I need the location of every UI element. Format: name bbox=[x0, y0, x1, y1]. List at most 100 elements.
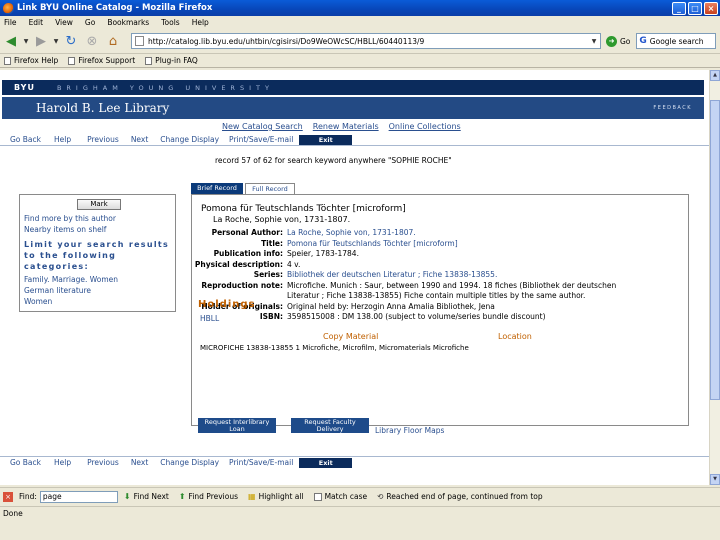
forward-history-dropdown[interactable]: ▼ bbox=[52, 31, 60, 51]
previous-link[interactable]: Previous bbox=[87, 458, 119, 467]
firefox-icon bbox=[3, 2, 14, 14]
menu-view[interactable]: View bbox=[55, 18, 73, 27]
find-more-by-author-link[interactable]: Find more by this author bbox=[24, 214, 116, 223]
byu-header: BYU BRIGHAM YOUNG UNIVERSITY bbox=[2, 80, 704, 95]
tab-full-record[interactable]: Full Record bbox=[245, 183, 295, 194]
find-previous-icon: ⬆ bbox=[178, 492, 186, 501]
change-display-link[interactable]: Change Display bbox=[160, 135, 219, 144]
scroll-up-icon[interactable]: ▲ bbox=[710, 70, 720, 81]
university-name: BRIGHAM YOUNG UNIVERSITY bbox=[56, 83, 274, 92]
google-icon[interactable]: G bbox=[639, 36, 646, 46]
request-faculty-delivery-button[interactable]: Request Faculty Delivery bbox=[291, 418, 369, 433]
category-link[interactable]: Women bbox=[24, 297, 52, 306]
home-icon[interactable]: ⌂ bbox=[103, 31, 123, 51]
close-window-button[interactable]: × bbox=[704, 1, 718, 15]
highlight-all-button[interactable]: ▦ Highlight all bbox=[248, 492, 304, 501]
scroll-thumb[interactable] bbox=[710, 100, 720, 400]
holdings-location-link[interactable]: HBLL bbox=[200, 314, 219, 323]
bookmark-plugin-faq[interactable]: Plug-in FAQ bbox=[145, 56, 198, 65]
field-value: 4 v. bbox=[287, 259, 301, 269]
mark-button[interactable]: Mark bbox=[77, 199, 121, 210]
status-bar: Done bbox=[0, 506, 720, 520]
renew-materials-link[interactable]: Renew Materials bbox=[313, 122, 379, 131]
maximize-button[interactable]: □ bbox=[688, 1, 702, 15]
exit-button[interactable]: Exit bbox=[299, 134, 353, 145]
reload-icon[interactable]: ↻ bbox=[61, 31, 81, 51]
next-link[interactable]: Next bbox=[131, 135, 148, 144]
field-value: Microfiche. Munich : Saur, between 1990 … bbox=[287, 280, 617, 301]
match-case-checkbox[interactable]: Match case bbox=[313, 492, 367, 501]
sidebar-box: Mark Find more by this author Nearby ite… bbox=[19, 194, 176, 312]
bookmark-firefox-help[interactable]: Firefox Help bbox=[4, 56, 58, 65]
field-value: Speier, 1783-1784. bbox=[287, 249, 359, 258]
go-label: Go bbox=[620, 36, 631, 46]
back-arrow-icon[interactable]: ◀ bbox=[1, 31, 21, 51]
help-link[interactable]: Help bbox=[54, 135, 71, 144]
library-header: Harold B. Lee Library FEEDBACK bbox=[2, 97, 704, 119]
field-value: Original held by: Herzogin Anna Amalia B… bbox=[287, 301, 495, 311]
online-collections-link[interactable]: Online Collections bbox=[389, 122, 461, 131]
request-interlibrary-loan-button[interactable]: Request Interlibrary Loan bbox=[198, 418, 276, 433]
go-button[interactable]: ➜ Go bbox=[606, 35, 631, 47]
next-link[interactable]: Next bbox=[131, 458, 148, 467]
page-content: BYU BRIGHAM YOUNG UNIVERSITY Harold B. L… bbox=[0, 70, 709, 485]
category-link[interactable]: Family. Marriage. Women bbox=[24, 275, 118, 284]
previous-link[interactable]: Previous bbox=[87, 135, 119, 144]
category-link[interactable]: German literature bbox=[24, 286, 91, 295]
tab-brief-record[interactable]: Brief Record bbox=[191, 183, 243, 194]
find-status-message: ⟲ Reached end of page, continued from top bbox=[377, 492, 543, 501]
print-save-email-link[interactable]: Print/Save/E-mail bbox=[229, 135, 293, 144]
field-label: Personal Author: bbox=[211, 228, 283, 237]
address-dropdown-icon[interactable]: ▼ bbox=[588, 38, 600, 45]
search-input[interactable]: Google search bbox=[650, 37, 704, 46]
bookmark-page-icon bbox=[68, 56, 76, 65]
field-personal-author: Personal Author: La Roche, Sophie von, 1… bbox=[192, 228, 690, 239]
find-previous-button[interactable]: ⬆ Find Previous bbox=[179, 492, 238, 501]
menu-go[interactable]: Go bbox=[85, 18, 95, 27]
nearby-items-link[interactable]: Nearby items on shelf bbox=[24, 225, 106, 234]
record-position: record 57 of 62 for search keyword anywh… bbox=[215, 156, 452, 165]
change-display-link[interactable]: Change Display bbox=[160, 458, 219, 467]
address-bar[interactable]: http://catalog.lib.byu.edu/uhtbin/cgisir… bbox=[131, 33, 601, 49]
highlight-icon: ▦ bbox=[248, 492, 256, 501]
exit-button[interactable]: Exit bbox=[299, 457, 353, 468]
feedback-link[interactable]: FEEDBACK bbox=[653, 105, 692, 111]
menu-tools[interactable]: Tools bbox=[161, 18, 179, 27]
new-catalog-search-link[interactable]: New Catalog Search bbox=[222, 122, 303, 131]
field-publication-info: Publication info: Speier, 1783-1784. bbox=[192, 249, 690, 260]
holdings-row: MICROFICHE 13838-13855 1 Microfiche, Mic… bbox=[200, 344, 469, 352]
go-back-link[interactable]: Go Back bbox=[10, 135, 41, 144]
help-link[interactable]: Help bbox=[54, 458, 71, 467]
field-physical-description: Physical description: 4 v. bbox=[192, 260, 690, 271]
forward-arrow-icon[interactable]: ▶ bbox=[31, 31, 51, 51]
find-label: Find: bbox=[19, 492, 37, 501]
scroll-down-icon[interactable]: ▼ bbox=[710, 474, 720, 485]
menu-file[interactable]: File bbox=[4, 18, 17, 27]
back-history-dropdown[interactable]: ▼ bbox=[22, 31, 30, 51]
close-find-bar-icon[interactable]: × bbox=[3, 491, 13, 502]
library-floor-maps-link[interactable]: Library Floor Maps bbox=[375, 426, 444, 435]
address-input[interactable]: http://catalog.lib.byu.edu/uhtbin/cgisir… bbox=[148, 37, 588, 46]
library-name[interactable]: Harold B. Lee Library bbox=[36, 101, 169, 115]
menu-help[interactable]: Help bbox=[192, 18, 209, 27]
bookmark-page-icon bbox=[4, 56, 11, 65]
print-save-email-link[interactable]: Print/Save/E-mail bbox=[229, 458, 293, 467]
menu-bookmarks[interactable]: Bookmarks bbox=[107, 18, 149, 27]
catalog-nav-bottom: Go Back Help Previous Next Change Displa… bbox=[0, 456, 709, 468]
search-box[interactable]: G Google search bbox=[636, 33, 717, 49]
stop-icon[interactable]: ⊗ bbox=[82, 31, 102, 51]
go-back-link[interactable]: Go Back bbox=[10, 458, 41, 467]
checkbox-icon bbox=[313, 492, 322, 501]
find-next-button[interactable]: ⬇ Find Next bbox=[124, 492, 169, 501]
title-link[interactable]: Pomona für Teutschlands Töchter [microfo… bbox=[287, 239, 632, 250]
byu-logo[interactable]: BYU bbox=[14, 83, 35, 92]
menu-edit[interactable]: Edit bbox=[29, 18, 44, 27]
minimize-button[interactable]: _ bbox=[672, 1, 686, 15]
limit-search-heading: Limit your search results to the followi… bbox=[24, 240, 170, 271]
author-link[interactable]: La Roche, Sophie von, 1731-1807. bbox=[287, 228, 632, 239]
vertical-scrollbar[interactable]: ▲ ▼ bbox=[709, 70, 720, 485]
bookmark-firefox-support[interactable]: Firefox Support bbox=[68, 56, 135, 65]
find-input[interactable]: page bbox=[39, 490, 118, 503]
field-label: Publication info: bbox=[213, 249, 283, 258]
series-link[interactable]: Bibliothek der deutschen Literatur ; Fic… bbox=[287, 270, 632, 281]
